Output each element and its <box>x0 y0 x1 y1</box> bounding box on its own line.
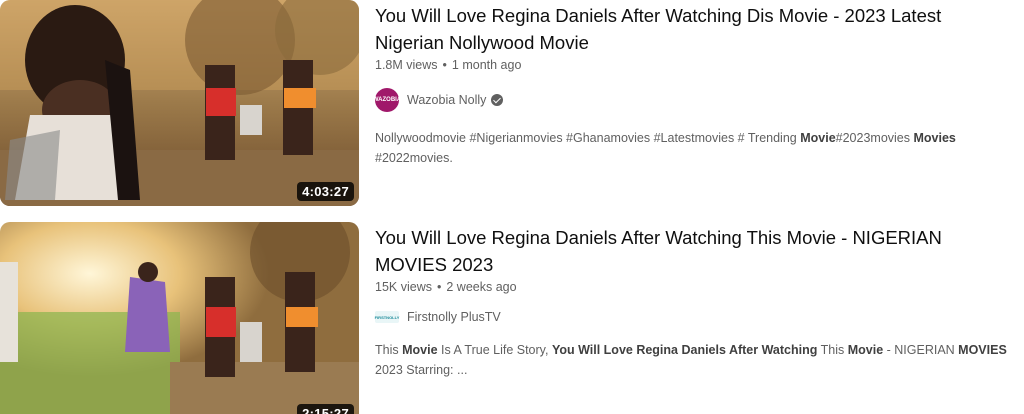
upload-age: 2 weeks ago <box>446 280 517 294</box>
desc-text: Is A True Life Story, <box>437 343 552 357</box>
video-result: 2:15:27 You Will Love Regina Daniels Aft… <box>0 222 1024 414</box>
channel-avatar[interactable]: FIRSTNOLLY <box>375 311 399 323</box>
desc-highlight: Movie <box>402 343 438 357</box>
video-duration: 2:15:27 <box>297 404 354 414</box>
channel-name[interactable]: Wazobia Nolly <box>407 93 486 107</box>
desc-text: Nollywoodmovie #Nigerianmovies #Ghanamov… <box>375 131 801 145</box>
separator-dot: • <box>436 280 442 294</box>
video-duration: 4:03:27 <box>297 182 354 201</box>
video-description: This Movie Is A True Life Story, You Wil… <box>375 340 1024 380</box>
avatar-text: FIRSTNOLLY <box>374 314 400 320</box>
video-meta: You Will Love Regina Daniels After Watch… <box>359 0 1024 206</box>
thumbnail-image <box>0 0 359 206</box>
desc-highlight: Movies <box>913 131 956 145</box>
search-results: 4:03:27 You Will Love Regina Daniels Aft… <box>0 0 1024 414</box>
video-thumbnail[interactable]: 4:03:27 <box>0 0 359 206</box>
video-thumbnail[interactable]: 2:15:27 <box>0 222 359 414</box>
thumbnail-image <box>0 222 359 414</box>
video-stats: 15K views • 2 weeks ago <box>375 280 1024 294</box>
video-title[interactable]: You Will Love Regina Daniels After Watch… <box>375 224 975 278</box>
desc-highlight: You Will Love Regina Daniels After Watch… <box>551 343 818 357</box>
desc-text: 2023 Starring: ... <box>375 363 468 377</box>
view-count: 1.8M views <box>375 58 438 72</box>
desc-text: #2022movies. <box>375 151 453 165</box>
desc-text: This <box>817 343 848 357</box>
video-title[interactable]: You Will Love Regina Daniels After Watch… <box>375 2 975 56</box>
channel-link[interactable]: FIRSTNOLLY Firstnolly PlusTV <box>375 310 1024 324</box>
desc-highlight: MOVIES <box>958 343 1007 357</box>
channel-link[interactable]: WAZOBIA Wazobia Nolly <box>372 88 1024 112</box>
video-meta: You Will Love Regina Daniels After Watch… <box>359 222 1024 414</box>
desc-highlight: Movie <box>800 131 836 145</box>
video-description: Nollywoodmovie #Nigerianmovies #Ghanamov… <box>375 128 1024 168</box>
upload-age: 1 month ago <box>451 58 522 72</box>
channel-name[interactable]: Firstnolly PlusTV <box>407 310 501 324</box>
avatar-text: WAZOBIA <box>372 97 402 103</box>
desc-text: #2023movies <box>835 131 914 145</box>
desc-text: This <box>375 343 403 357</box>
video-stats: 1.8M views • 1 month ago <box>375 58 1024 72</box>
desc-text: - NIGERIAN <box>883 343 959 357</box>
verified-icon <box>491 94 504 106</box>
video-result: 4:03:27 You Will Love Regina Daniels Aft… <box>0 0 1024 206</box>
separator-dot: • <box>442 58 447 72</box>
desc-highlight: Movie <box>847 343 884 357</box>
channel-avatar[interactable]: WAZOBIA <box>372 88 402 112</box>
view-count: 15K views <box>375 280 432 294</box>
